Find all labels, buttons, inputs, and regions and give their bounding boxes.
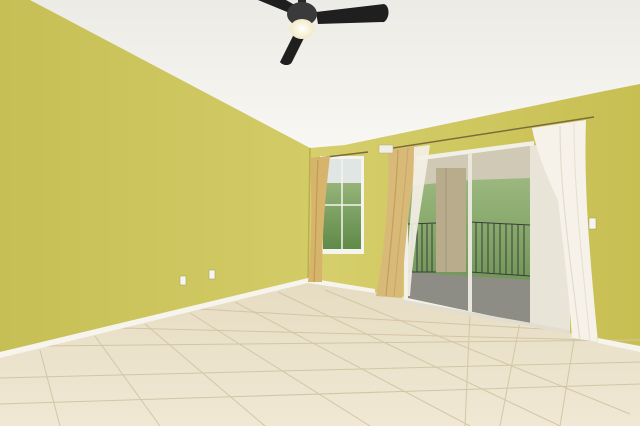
wall-outlet bbox=[179, 275, 187, 286]
fan-light-fixture bbox=[290, 19, 314, 39]
wall-outlet bbox=[208, 269, 216, 280]
room-scene bbox=[0, 0, 640, 426]
balcony-post bbox=[436, 168, 466, 272]
wall-vent bbox=[378, 144, 394, 154]
wall-switch bbox=[588, 217, 597, 230]
